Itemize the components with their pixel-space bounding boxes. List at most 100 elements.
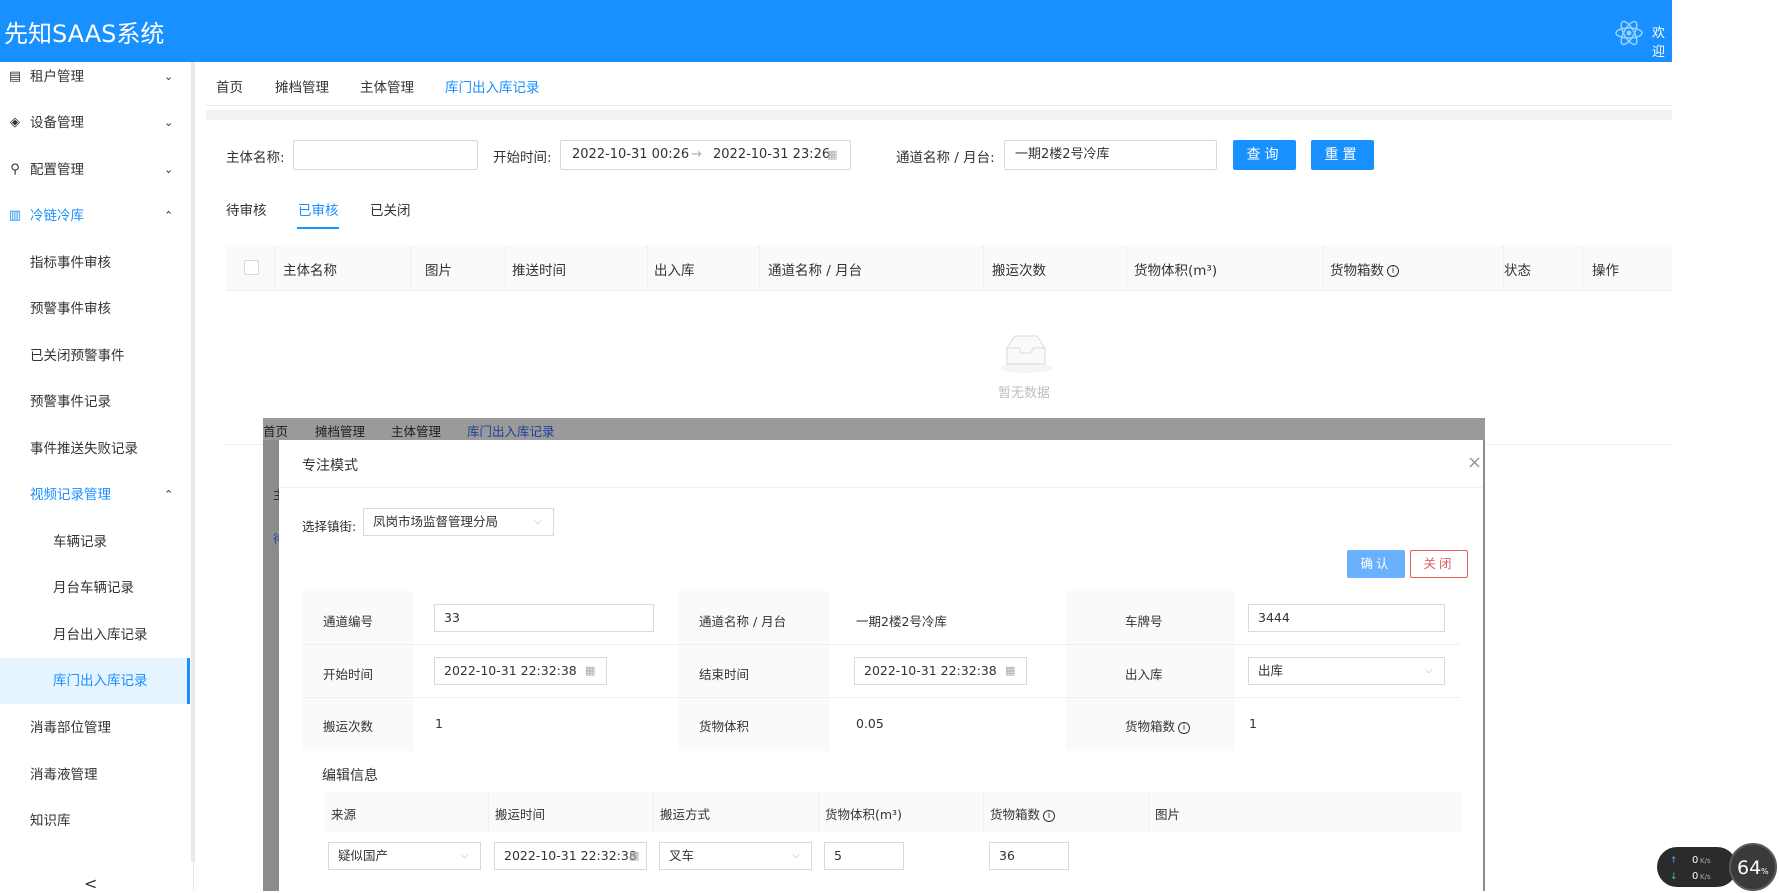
sidebar-item-label: 消毒液管理 xyxy=(30,767,98,783)
sidebar-scrollbar[interactable] xyxy=(191,62,195,862)
transport-time-picker[interactable]: 2022-10-31 22:32:38 ▦ xyxy=(494,842,647,870)
sidebar-item-label: 库门出入库记录 xyxy=(53,673,148,689)
calendar-icon: ▦ xyxy=(1005,664,1016,677)
device-icon: ◈ xyxy=(10,115,20,130)
network-meter-widget[interactable]: ↑ ↓ 0 K/s 0 K/s 64 % xyxy=(1657,843,1779,891)
sidebar-item-dock-vehicle[interactable]: 月台车辆记录 xyxy=(0,565,190,611)
tab-subject[interactable]: 主体管理 xyxy=(360,76,414,96)
select-all-checkbox[interactable] xyxy=(244,260,259,275)
sidebar-item-disinfectant[interactable]: 消毒液管理 xyxy=(0,752,190,798)
chevron-down-icon: ⌵ xyxy=(792,850,800,861)
inout-select[interactable]: 出库 ⌵ xyxy=(1248,657,1445,685)
sidebar-item-vehicle-records[interactable]: 车辆记录 xyxy=(0,519,190,565)
tab-door-inout[interactable]: 库门出入库记录 xyxy=(445,76,540,96)
plate-input[interactable]: 3444 xyxy=(1248,604,1445,632)
sidebar-item-device[interactable]: ◈ 设备管理 ⌄ xyxy=(0,100,190,146)
column-separator xyxy=(647,245,648,291)
details-row-divider xyxy=(303,697,1461,698)
upload-arrow-icon: ↑ xyxy=(1670,856,1678,866)
tab-stall[interactable]: 摊档管理 xyxy=(275,76,329,96)
subtab-pending[interactable]: 待审核 xyxy=(226,199,267,219)
subtab-approved[interactable]: 已审核 xyxy=(298,199,339,219)
boxes-input[interactable]: 36 xyxy=(989,842,1069,870)
sidebar-item-warning-records[interactable]: 预警事件记录 xyxy=(0,379,190,425)
table-header: 主体名称 图片 推送时间 出入库 通道名称 / 月台 搬运次数 货物体积(m³)… xyxy=(226,245,1672,291)
street-select[interactable]: 凤岗市场监督管理分局 ⌵ xyxy=(363,508,554,536)
overlay-tab-subject: 主体管理 xyxy=(391,424,442,439)
channel-label: 通道名称 / 月台: xyxy=(896,150,995,166)
sidebar-item-label: 配置管理 xyxy=(30,162,84,178)
sidebar-item-label: 知识库 xyxy=(30,813,71,829)
sidebar-item-tenant[interactable]: ▤ 租户管理 ⌄ xyxy=(0,54,190,100)
sidebar-item-label: 车辆记录 xyxy=(53,534,107,550)
modal-divider xyxy=(279,487,1483,488)
top-bar: 先知SAAS系统 欢迎 xyxy=(0,0,1672,62)
close-icon[interactable]: × xyxy=(1467,452,1482,473)
overlay-left-edge xyxy=(263,440,276,891)
subtab-closed[interactable]: 已关闭 xyxy=(370,199,411,219)
sidebar-item-config[interactable]: ⚲ 配置管理 ⌄ xyxy=(0,147,190,193)
sidebar-item-knowledge[interactable]: 知识库 xyxy=(0,798,190,844)
sidebar-item-label: 月台车辆记录 xyxy=(53,580,134,596)
channel-no-input[interactable]: 33 xyxy=(434,604,654,632)
end-time-picker[interactable]: 2022-10-31 22:32:38 ▦ xyxy=(854,657,1027,685)
date-range-picker[interactable]: 2022-10-31 00:26 → 2022-10-31 23:26 ▦ xyxy=(560,140,851,170)
info-icon[interactable]: i xyxy=(1043,809,1056,822)
sidebar-item-video-records[interactable]: 视频记录管理 ⌃ xyxy=(0,472,190,518)
upload-unit: K/s xyxy=(1700,857,1711,865)
chevron-down-icon: ⌵ xyxy=(461,850,469,861)
chevron-down-icon: ⌄ xyxy=(164,70,174,83)
sidebar-collapse-icon[interactable]: < xyxy=(84,874,97,893)
welcome-text[interactable]: 欢迎 xyxy=(1652,22,1672,60)
subject-input[interactable] xyxy=(293,140,478,170)
chevron-down-icon: ⌵ xyxy=(1425,665,1433,676)
start-time-picker[interactable]: 2022-10-31 22:32:38 ▦ xyxy=(434,657,607,685)
volume-input[interactable]: 5 xyxy=(824,842,904,870)
info-icon[interactable]: i xyxy=(1178,721,1191,734)
sidebar-item-label: 消毒部位管理 xyxy=(30,720,111,736)
col-volume: 货物体积(m³) xyxy=(1134,263,1218,279)
sidebar-item-warning-audit[interactable]: 预警事件审核 xyxy=(0,286,190,332)
percent-sign: % xyxy=(1761,867,1769,876)
start-time-label: 开始时间 xyxy=(323,667,374,682)
chevron-down-icon: ⌄ xyxy=(164,163,174,176)
percent-value: 64 xyxy=(1737,857,1761,879)
transport-method-select[interactable]: 叉车 ⌵ xyxy=(659,842,812,870)
plate-label: 车牌号 xyxy=(1125,614,1163,629)
sidebar-item-label: 预警事件记录 xyxy=(30,394,111,410)
sidebar-item-push-failed[interactable]: 事件推送失败记录 xyxy=(0,426,190,472)
col-trips: 搬运次数 xyxy=(992,263,1046,279)
close-button[interactable]: 关闭 xyxy=(1410,550,1468,578)
tab-home[interactable]: 首页 xyxy=(216,76,243,96)
reset-button[interactable]: 重置 xyxy=(1311,140,1374,170)
col-actions: 操作 xyxy=(1592,263,1619,279)
chevron-up-icon: ⌃ xyxy=(164,209,174,222)
column-separator xyxy=(1323,245,1324,291)
query-button[interactable]: 查询 xyxy=(1233,140,1296,170)
edit-col-volume: 货物体积(m³) xyxy=(825,807,902,822)
sidebar-item-dock-inout[interactable]: 月台出入库记录 xyxy=(0,612,190,658)
sidebar-item-closed-warning[interactable]: 已关闭预警事件 xyxy=(0,333,190,379)
sidebar-item-label: 预警事件审核 xyxy=(30,301,111,317)
sidebar-item-cold-chain[interactable]: ▥ 冷链冷库 ⌃ xyxy=(0,193,190,239)
overlay-tab-home: 首页 xyxy=(263,424,289,439)
street-label: 选择镇街: xyxy=(302,519,357,534)
source-select[interactable]: 疑似国产 ⌵ xyxy=(328,842,481,870)
focus-mode-modal: 专注模式 × 选择镇街: 凤岗市场监督管理分局 ⌵ 确认 关闭 通道编号 33 … xyxy=(279,440,1483,891)
volume-label: 货物体积 xyxy=(699,719,750,734)
date-range-end[interactable]: 2022-10-31 23:26 xyxy=(713,141,830,169)
start-time-value: 2022-10-31 22:32:38 xyxy=(444,663,577,678)
sidebar-item-disinfect-parts[interactable]: 消毒部位管理 xyxy=(0,705,190,751)
channel-input[interactable]: 一期2楼2号冷库 xyxy=(1004,140,1217,170)
chevron-down-icon: ⌄ xyxy=(164,116,174,129)
info-icon[interactable]: i xyxy=(1387,265,1399,277)
date-range-start[interactable]: 2022-10-31 00:26 xyxy=(572,141,689,169)
col-channel: 通道名称 / 月台 xyxy=(768,263,863,279)
sidebar-item-indicator-audit[interactable]: 指标事件审核 xyxy=(0,240,190,286)
sidebar-item-door-inout[interactable]: 库门出入库记录 xyxy=(0,658,190,704)
confirm-button[interactable]: 确认 xyxy=(1347,550,1405,578)
trips-value: 1 xyxy=(435,716,443,731)
column-separator xyxy=(818,792,819,832)
trips-label: 搬运次数 xyxy=(323,719,374,734)
chevron-down-icon: ⌵ xyxy=(534,516,542,527)
